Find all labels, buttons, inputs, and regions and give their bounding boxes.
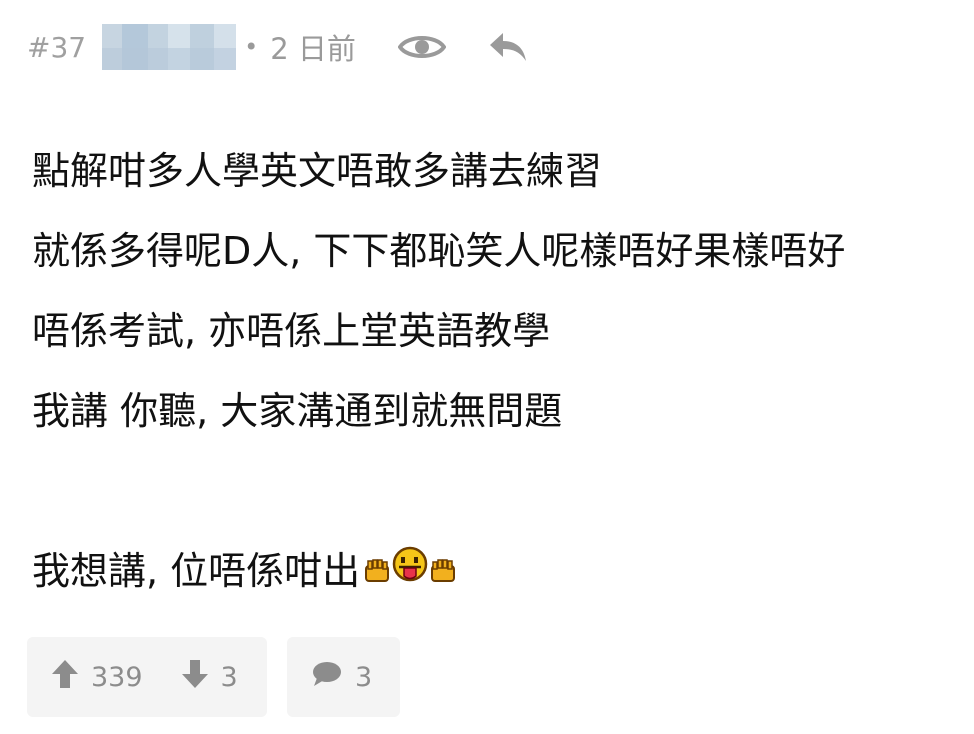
content-blank-line [32, 451, 972, 531]
clap-hand-emoji-icon [364, 531, 390, 611]
downvote-arrow-icon[interactable] [181, 659, 209, 696]
content-line: 點解咁多人學英文唔敢多講去練習 [32, 149, 603, 193]
upvote-arrow-icon[interactable] [51, 659, 79, 696]
comment-button[interactable]: 3 [287, 637, 400, 717]
username-blurred[interactable] [102, 24, 237, 70]
downvote-count: 3 [220, 661, 238, 693]
post-card: #37 • 2 日前 點解咁多人學英文唔敢多講去練習 就係多得呢D人, 下下都恥… [0, 0, 974, 734]
post-meta-row: #37 • 2 日前 [27, 22, 528, 72]
vote-box: 339 3 [27, 637, 267, 717]
tongue-face-emoji-icon [390, 531, 430, 611]
emoji-group [364, 531, 456, 611]
content-line-text: 我想講, 位唔係咁出 [32, 549, 361, 593]
post-actions: 339 3 3 [27, 637, 400, 717]
content-line-with-emoji: 我想講, 位唔係咁出 [32, 531, 972, 611]
upvote-count: 339 [91, 661, 143, 693]
comment-count: 3 [355, 661, 373, 693]
reply-icon[interactable] [488, 29, 528, 65]
post-time: 2 日前 [270, 32, 356, 66]
content-line: 我講 你聽, 大家溝通到就無問題 [32, 389, 563, 433]
clap-hand-emoji-icon [430, 531, 456, 611]
comment-bubble-icon [311, 660, 343, 695]
content-line: 就係多得呢D人, 下下都恥笑人呢樣唔好果樣唔好 [32, 229, 846, 273]
meta-separator: • [244, 33, 259, 61]
post-content: 點解咁多人學英文唔敢多講去練習 就係多得呢D人, 下下都恥笑人呢樣唔好果樣唔好 … [32, 131, 972, 611]
content-line: 唔係考試, 亦唔係上堂英語教學 [32, 309, 551, 353]
eye-icon[interactable] [397, 32, 447, 62]
floor-number: #37 [27, 30, 87, 64]
